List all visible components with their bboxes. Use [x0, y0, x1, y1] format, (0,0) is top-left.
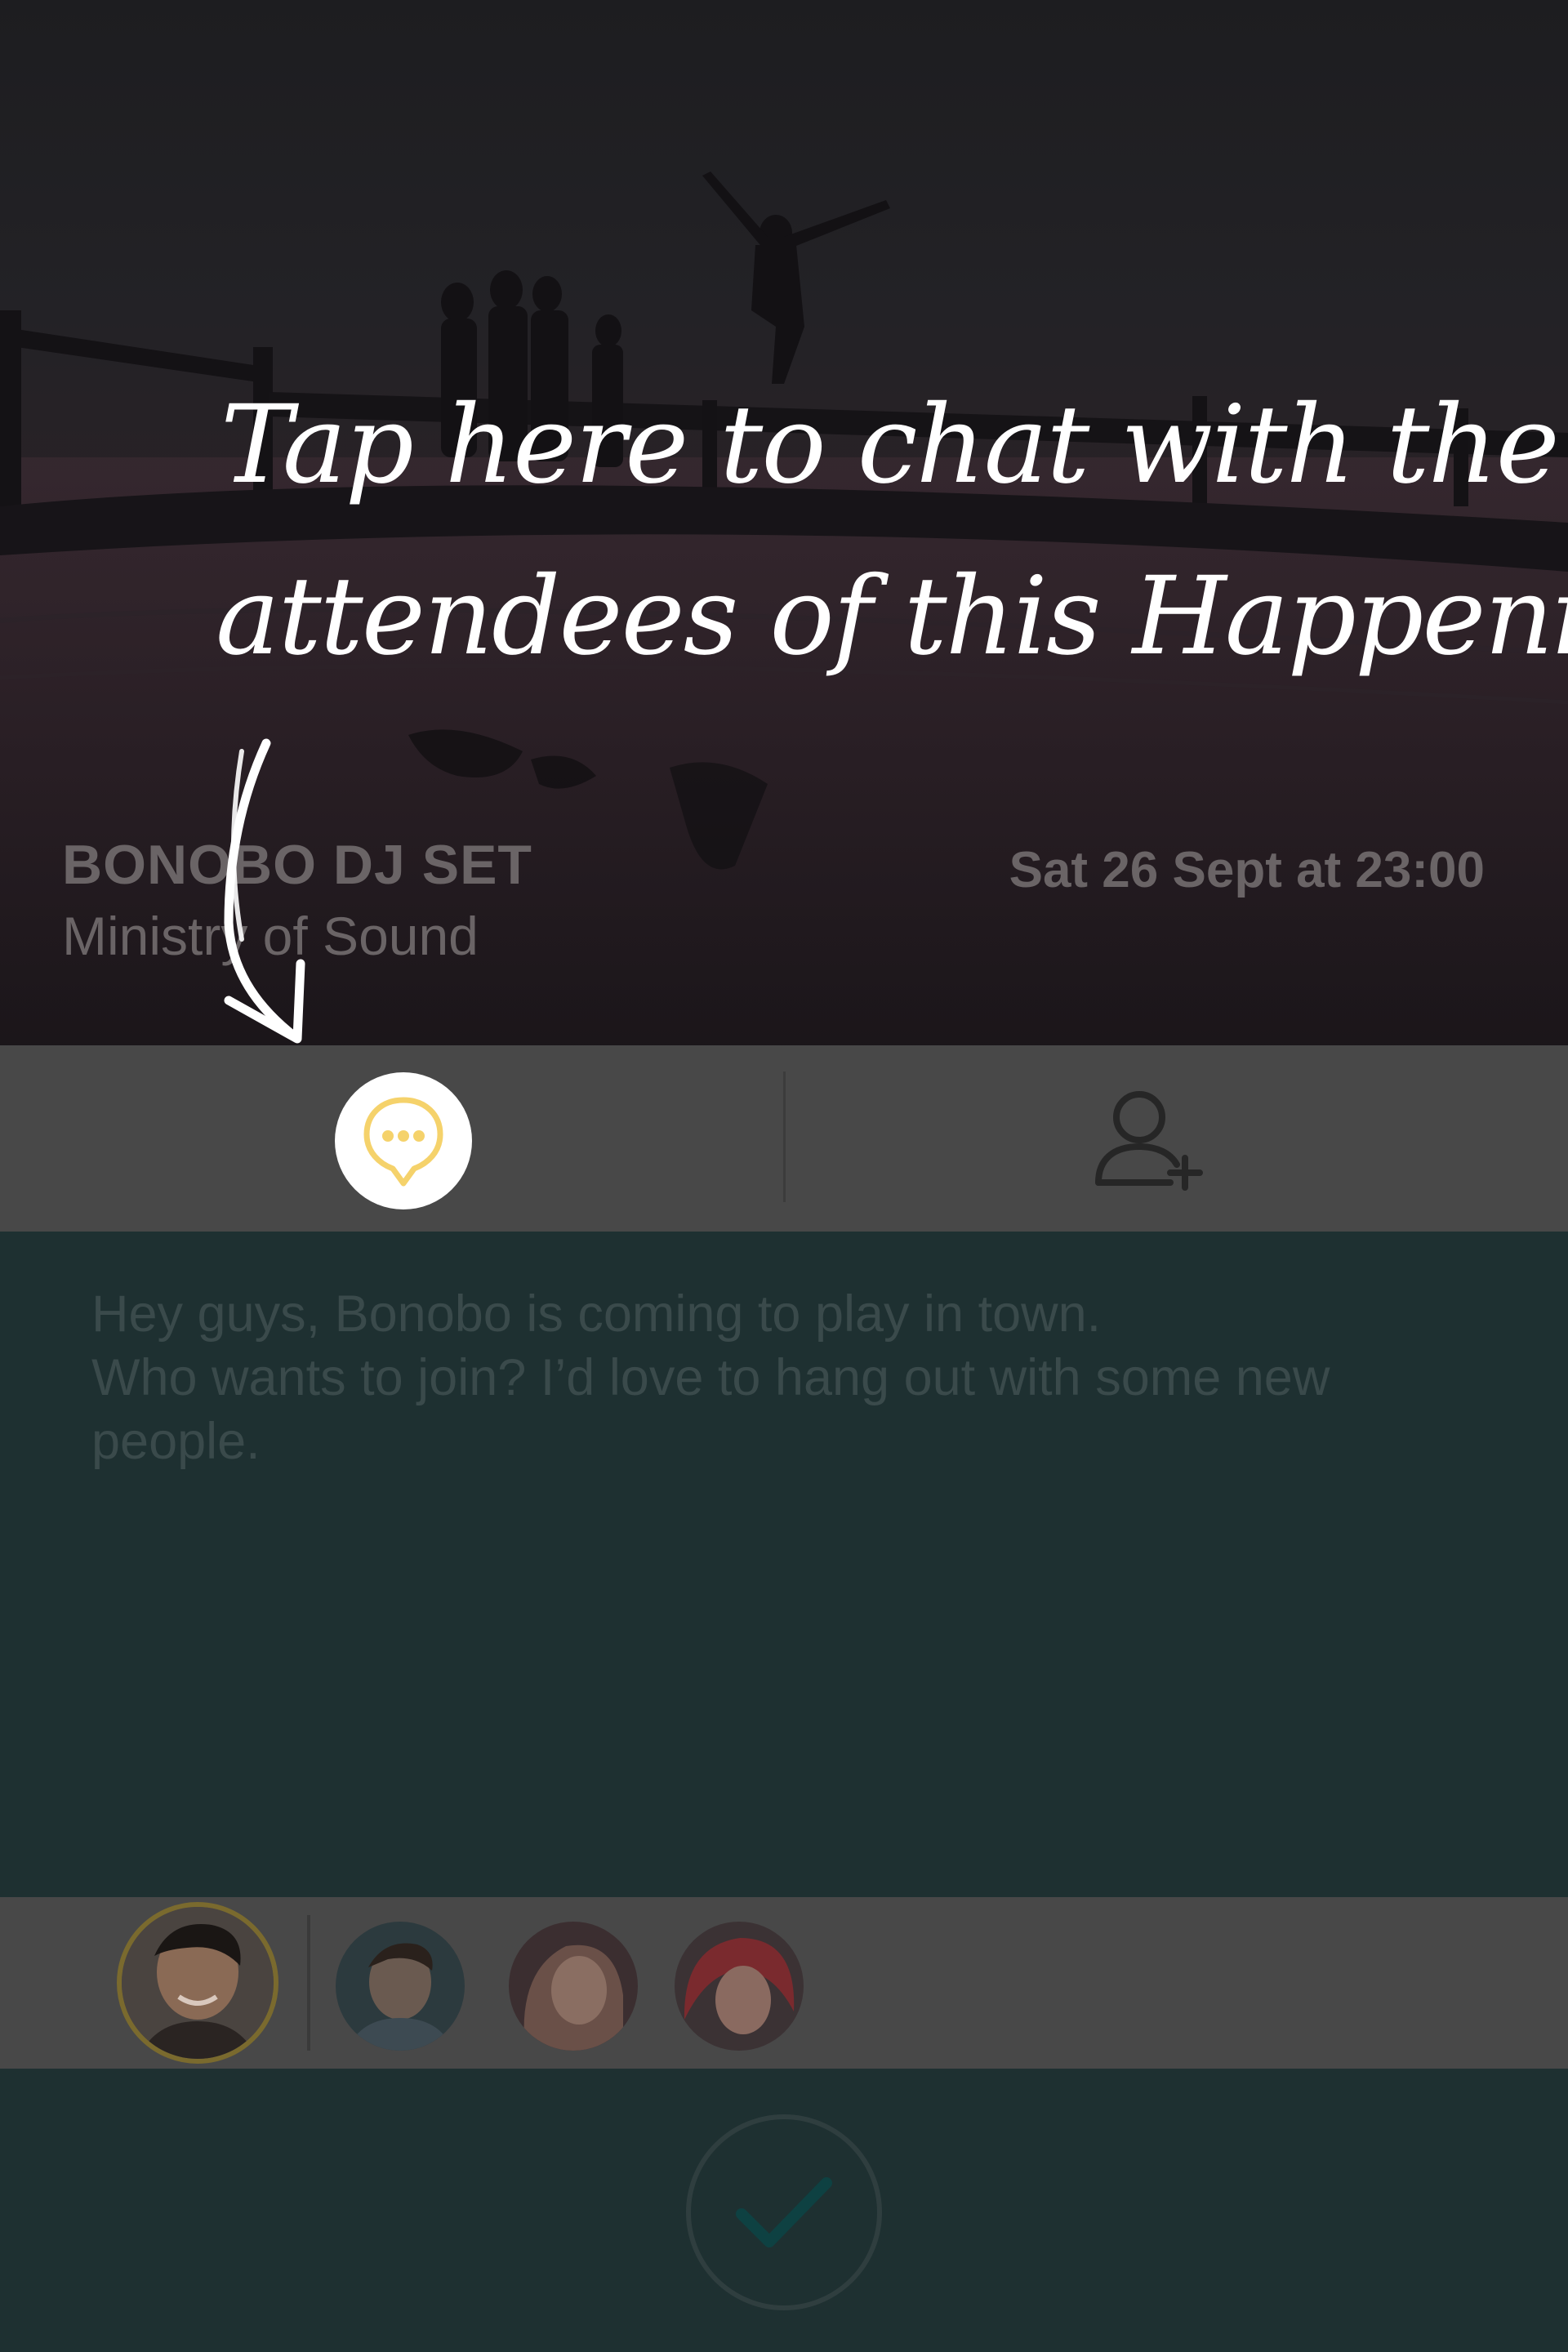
- tab-chat[interactable]: [335, 1072, 472, 1209]
- message-line: Hey guys, Bonobo is coming to play in to…: [91, 1285, 1102, 1343]
- confirm-button[interactable]: [686, 2114, 882, 2310]
- host-avatar[interactable]: [117, 1902, 278, 2064]
- message-line: people.: [91, 1413, 261, 1470]
- avatar-image: [675, 1922, 804, 2051]
- tab-divider: [783, 1071, 786, 1202]
- checkmark-icon: [736, 2177, 832, 2247]
- event-datetime: Sat 26 Sept at 23:00: [1009, 842, 1485, 898]
- coachmark-line: Tap here to chat with the: [220, 382, 1560, 508]
- coachmark-text: Tap here to chat with the attendees of t…: [216, 359, 1568, 702]
- coachmark-line: attendees of this Happening: [216, 554, 1568, 679]
- chat-bubble-icon: [363, 1097, 443, 1187]
- bottom-bar: [0, 2069, 1568, 2352]
- tab-bar: [0, 1045, 1568, 1232]
- attendee-avatar[interactable]: [336, 1922, 465, 2051]
- attendee-avatar[interactable]: [675, 1922, 804, 2051]
- happening-screen: BONOBO DJ SET Ministry of Sound Sat 26 S…: [0, 0, 1568, 2352]
- attendee-divider: [307, 1915, 310, 2051]
- tab-invite[interactable]: [1090, 1086, 1205, 1192]
- avatar-image: [336, 1922, 465, 2051]
- message-line: Who wants to join? I’d love to hang out …: [91, 1349, 1330, 1406]
- attendee-avatar[interactable]: [509, 1922, 638, 2051]
- attendee-strip: [0, 1897, 1568, 2069]
- avatar-image: [122, 1907, 274, 2059]
- message-area: Hey guys, Bonobo is coming to play in to…: [0, 1232, 1568, 1897]
- avatar-image: [509, 1922, 638, 2051]
- event-message: Hey guys, Bonobo is coming to play in to…: [91, 1282, 1496, 1473]
- add-user-icon: [1095, 1091, 1203, 1191]
- curved-arrow-icon: [224, 738, 305, 1044]
